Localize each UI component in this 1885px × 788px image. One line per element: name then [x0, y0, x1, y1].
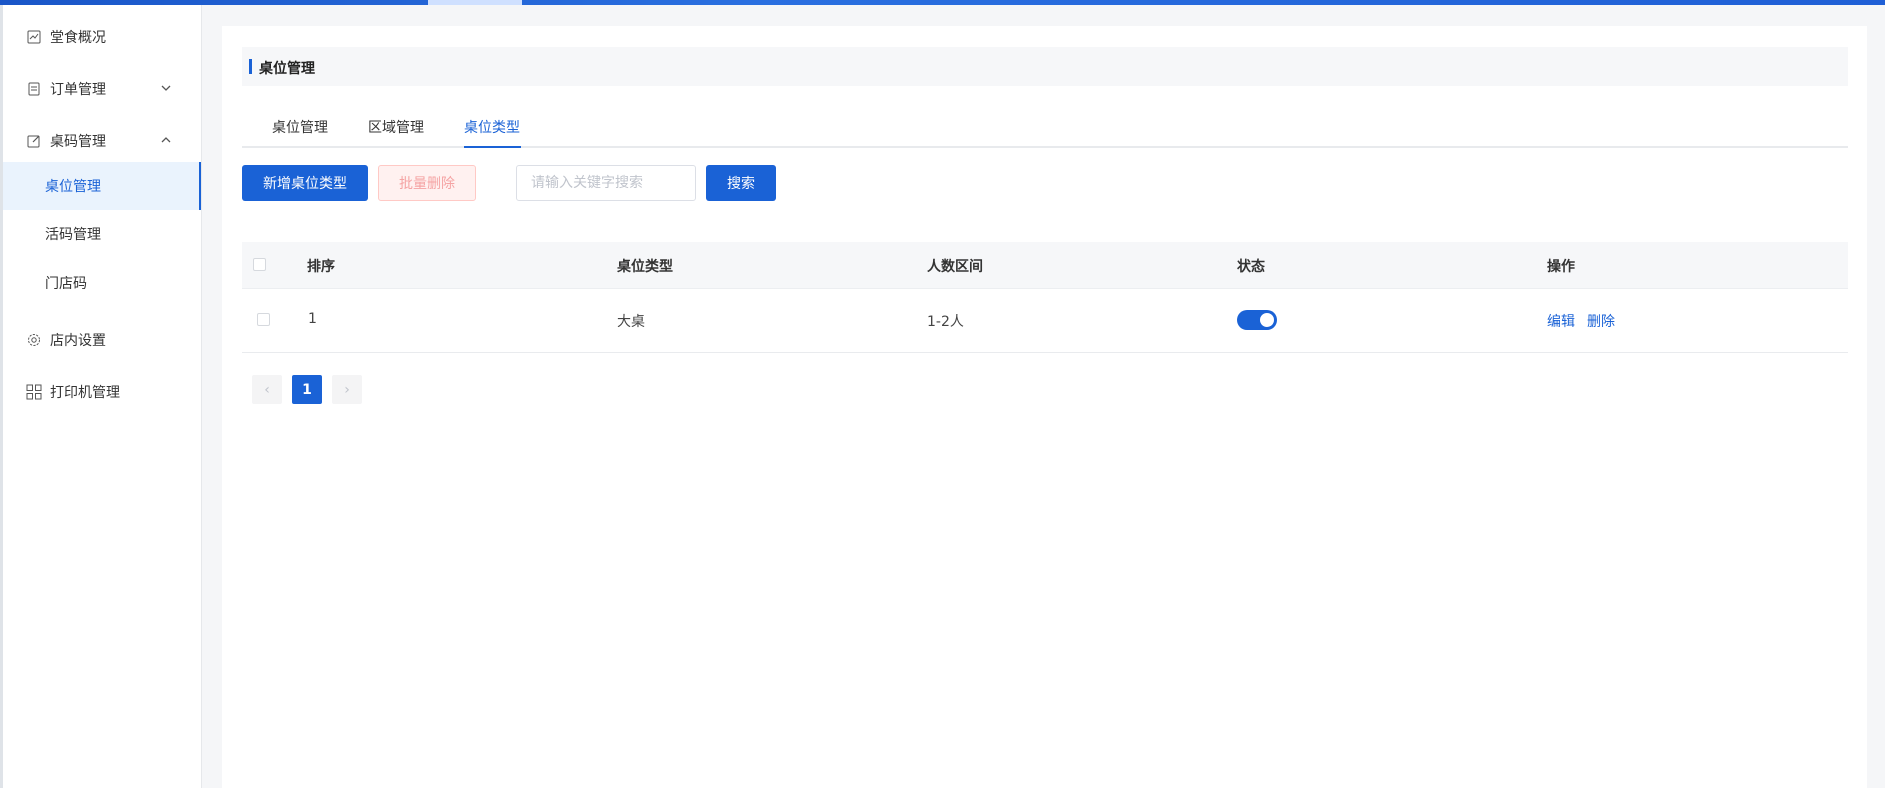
tab-active-indicator [464, 146, 521, 148]
tab-bar: 桌位管理 区域管理 桌位类型 [242, 112, 1848, 148]
search-button[interactable]: 搜索 [706, 165, 776, 201]
sidebar-item-dining-overview[interactable]: 堂食概况 [3, 15, 201, 59]
sidebar-item-table-codes[interactable]: 桌码管理 [3, 119, 201, 163]
document-icon [26, 81, 42, 97]
toggle-knob [1260, 313, 1274, 327]
sidebar-item-label: 堂食概况 [50, 30, 106, 46]
column-header-status: 状态 [1237, 259, 1265, 275]
sidebar-subitem-label: 活码管理 [45, 227, 101, 243]
select-all-checkbox[interactable] [253, 258, 266, 271]
sidebar-subitem-table-management[interactable]: 桌位管理 [3, 162, 201, 210]
column-header-type: 桌位类型 [617, 259, 673, 275]
sidebar-item-label: 店内设置 [50, 333, 106, 349]
batch-delete-button[interactable]: 批量删除 [378, 165, 476, 201]
table-header: 排序 桌位类型 人数区间 状态 操作 [242, 242, 1848, 289]
sidebar-item-label: 打印机管理 [50, 385, 120, 401]
sidebar-item-orders[interactable]: 订单管理 [3, 67, 201, 111]
top-bar-highlight [428, 0, 522, 5]
sidebar-subitem-store-code[interactable]: 门店码 [3, 259, 201, 307]
top-gradient-bar [0, 0, 1885, 5]
page-number-button[interactable]: 1 [292, 375, 322, 404]
add-table-type-button[interactable]: 新增桌位类型 [242, 165, 368, 201]
sidebar-item-store-settings[interactable]: 店内设置 [3, 318, 201, 362]
chevron-up-icon [161, 137, 171, 143]
cell-order: 1 [308, 311, 317, 327]
cell-type: 大桌 [617, 314, 645, 330]
gear-icon [26, 332, 42, 348]
edit-square-icon [26, 133, 42, 149]
tab-table-types[interactable]: 桌位类型 [464, 117, 520, 137]
column-header-range: 人数区间 [927, 259, 983, 275]
sidebar-subitem-label: 门店码 [45, 276, 87, 292]
table-row: 1 大桌 1-2人 编辑 删除 [242, 289, 1848, 353]
sidebar-subitem-label: 桌位管理 [45, 179, 101, 195]
next-page-button[interactable]: › [332, 375, 362, 404]
column-header-order: 排序 [307, 259, 335, 275]
delete-link[interactable]: 删除 [1587, 311, 1615, 331]
sidebar-subitem-live-codes[interactable]: 活码管理 [3, 210, 201, 258]
column-header-actions: 操作 [1547, 259, 1575, 275]
page-title: 桌位管理 [259, 61, 315, 77]
row-checkbox[interactable] [257, 313, 270, 326]
tab-table-management[interactable]: 桌位管理 [272, 117, 328, 137]
sidebar: 堂食概况 订单管理 桌码管理 桌位管理 活码管理 门店码 店内设置 打印机管理 [3, 5, 202, 788]
sidebar-item-label: 订单管理 [50, 82, 106, 98]
cell-range: 1-2人 [927, 314, 964, 330]
chart-line-icon [26, 29, 42, 45]
sidebar-item-label: 桌码管理 [50, 134, 106, 150]
page-header: 桌位管理 [242, 47, 1848, 86]
edit-link[interactable]: 编辑 [1547, 311, 1575, 331]
title-accent-bar [249, 59, 252, 74]
search-input[interactable] [516, 165, 696, 201]
prev-page-button[interactable]: ‹ [252, 375, 282, 404]
sidebar-item-printers[interactable]: 打印机管理 [3, 370, 201, 414]
status-toggle[interactable] [1237, 310, 1277, 330]
chevron-down-icon [161, 85, 171, 91]
tab-area-management[interactable]: 区域管理 [368, 117, 424, 137]
grid-icon [26, 384, 42, 400]
